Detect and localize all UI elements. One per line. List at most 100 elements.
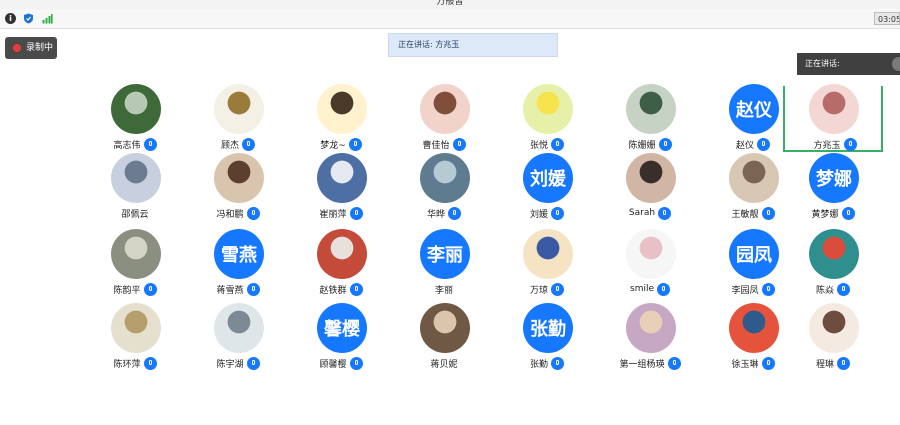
- participant-tile[interactable]: 陈环萍: [85, 303, 185, 371]
- participant-name-row: 万琼: [497, 281, 597, 297]
- participant-tile[interactable]: 冯和鹏: [188, 153, 288, 221]
- participant-tile[interactable]: 曹佳怡: [394, 84, 494, 152]
- participant-avatar: [317, 153, 367, 203]
- participant-name-row: 曹佳怡: [394, 136, 494, 152]
- participant-tile[interactable]: 张勤 张勤: [497, 303, 597, 371]
- participant-name-row: smile: [600, 281, 700, 297]
- microphone-icon[interactable]: [143, 137, 157, 151]
- participant-tile[interactable]: 梦娜 黄梦娜: [783, 153, 883, 221]
- participant-name-row: 陈环萍: [85, 355, 185, 371]
- microphone-icon[interactable]: [761, 282, 775, 296]
- microphone-icon[interactable]: [349, 282, 363, 296]
- participant-name: 蒋贝妮: [430, 359, 458, 370]
- participant-tile[interactable]: 陈姗姗: [600, 84, 700, 152]
- microphone-icon[interactable]: [551, 137, 564, 151]
- microphone-icon[interactable]: [757, 137, 770, 151]
- microphone-icon[interactable]: [551, 356, 564, 370]
- participant-avatar: [214, 153, 264, 203]
- participant-tile[interactable]: 陈宇湖: [188, 303, 288, 371]
- participant-tile[interactable]: 馨樱 顾馨樱: [291, 303, 391, 371]
- participant-tile[interactable]: 高志伟: [85, 84, 185, 152]
- microphone-icon[interactable]: [761, 206, 775, 220]
- participant-name: 李丽: [434, 285, 453, 296]
- participant-avatar: [626, 229, 676, 279]
- participant-name: 刘媛: [529, 209, 548, 220]
- participant-tile[interactable]: 崔丽萍: [291, 153, 391, 221]
- participant-name: 李园凤: [731, 285, 759, 296]
- microphone-icon[interactable]: [246, 356, 260, 370]
- participant-avatar: [214, 84, 264, 134]
- participant-tile[interactable]: 顾杰: [188, 84, 288, 152]
- participant-avatar: [809, 229, 859, 279]
- participant-tile[interactable]: 赵铁群: [291, 229, 391, 297]
- microphone-icon[interactable]: [349, 206, 363, 220]
- participant-name: 崔丽萍: [319, 209, 347, 220]
- participant-tile[interactable]: Sarah: [600, 153, 700, 221]
- participant-tile[interactable]: 刘媛 刘媛: [497, 153, 597, 221]
- microphone-icon[interactable]: [348, 137, 362, 151]
- participant-avatar: [214, 303, 264, 353]
- microphone-icon[interactable]: [242, 137, 255, 151]
- participant-name-row: 崔丽萍: [291, 205, 391, 221]
- participant-name: 张悦: [529, 140, 548, 151]
- participant-tile[interactable]: 雪燕 蒋雪燕: [188, 229, 288, 297]
- microphone-icon[interactable]: [658, 137, 672, 151]
- participant-avatar: [809, 303, 859, 353]
- participant-name-row: 陈宇湖: [188, 355, 288, 371]
- participant-tile[interactable]: 万琼: [497, 229, 597, 297]
- participant-name: 陈姗姗: [628, 140, 656, 151]
- participant-tile[interactable]: 梦龙~: [291, 84, 391, 152]
- participant-tile[interactable]: smile: [600, 229, 700, 297]
- microphone-icon[interactable]: [658, 206, 672, 220]
- participant-name-row: 张悦: [497, 136, 597, 152]
- microphone-icon[interactable]: [143, 282, 157, 296]
- microphone-icon[interactable]: [551, 282, 564, 296]
- participant-name: 王敏靓: [731, 209, 759, 220]
- participant-tile[interactable]: 方兆玉: [783, 84, 883, 152]
- microphone-icon[interactable]: [349, 356, 363, 370]
- microphone-icon[interactable]: [143, 356, 157, 370]
- participant-avatar: 梦娜: [809, 153, 859, 203]
- participant-avatar: [111, 84, 161, 134]
- microphone-icon[interactable]: [551, 206, 564, 220]
- microphone-icon[interactable]: [246, 282, 260, 296]
- participant-tile[interactable]: 程琳: [783, 303, 883, 371]
- participant-name: 曹佳怡: [422, 140, 450, 151]
- participant-tile[interactable]: 蒋贝妮: [394, 303, 494, 371]
- microphone-icon[interactable]: [843, 137, 857, 151]
- participant-name-row: 陈韵平: [85, 281, 185, 297]
- participant-tile[interactable]: 陈焱: [783, 229, 883, 297]
- microphone-icon[interactable]: [448, 206, 461, 220]
- participant-name-row: 邵佩云: [85, 205, 185, 221]
- participant-tile[interactable]: 陈韵平: [85, 229, 185, 297]
- microphone-icon[interactable]: [837, 356, 850, 370]
- participant-name: 徐玉琳: [731, 359, 759, 370]
- participant-tile[interactable]: 邵佩云: [85, 153, 185, 221]
- participant-name: 第一组杨瑛: [619, 359, 665, 370]
- microphone-icon[interactable]: [837, 282, 850, 296]
- microphone-icon[interactable]: [246, 206, 260, 220]
- participant-tile[interactable]: 张悦: [497, 84, 597, 152]
- microphone-icon[interactable]: [657, 282, 670, 296]
- participant-avatar: [523, 84, 573, 134]
- participant-name-row: 蒋雪燕: [188, 281, 288, 297]
- participant-name-row: 陈焱: [783, 281, 883, 297]
- microphone-icon[interactable]: [761, 356, 775, 370]
- participant-name: 华晔: [426, 209, 445, 220]
- participant-name-row: 赵铁群: [291, 281, 391, 297]
- participant-name-row: 蒋贝妮: [394, 355, 494, 371]
- participant-avatar: [626, 303, 676, 353]
- microphone-icon[interactable]: [452, 137, 466, 151]
- participant-name-row: 黄梦娜: [783, 205, 883, 221]
- participant-tile[interactable]: 华晔: [394, 153, 494, 221]
- microphone-icon[interactable]: [667, 356, 681, 370]
- participant-tile[interactable]: 李丽 李丽: [394, 229, 494, 297]
- participant-name: 赵仪: [735, 140, 754, 151]
- participant-name: 梦龙~: [320, 140, 346, 151]
- participant-name: smile: [630, 284, 654, 294]
- participant-name-row: 梦龙~: [291, 136, 391, 152]
- microphone-icon[interactable]: [841, 206, 855, 220]
- participant-avatar: [420, 153, 470, 203]
- participant-name: 冯和鹏: [216, 209, 244, 220]
- participant-tile[interactable]: 第一组杨瑛: [600, 303, 700, 371]
